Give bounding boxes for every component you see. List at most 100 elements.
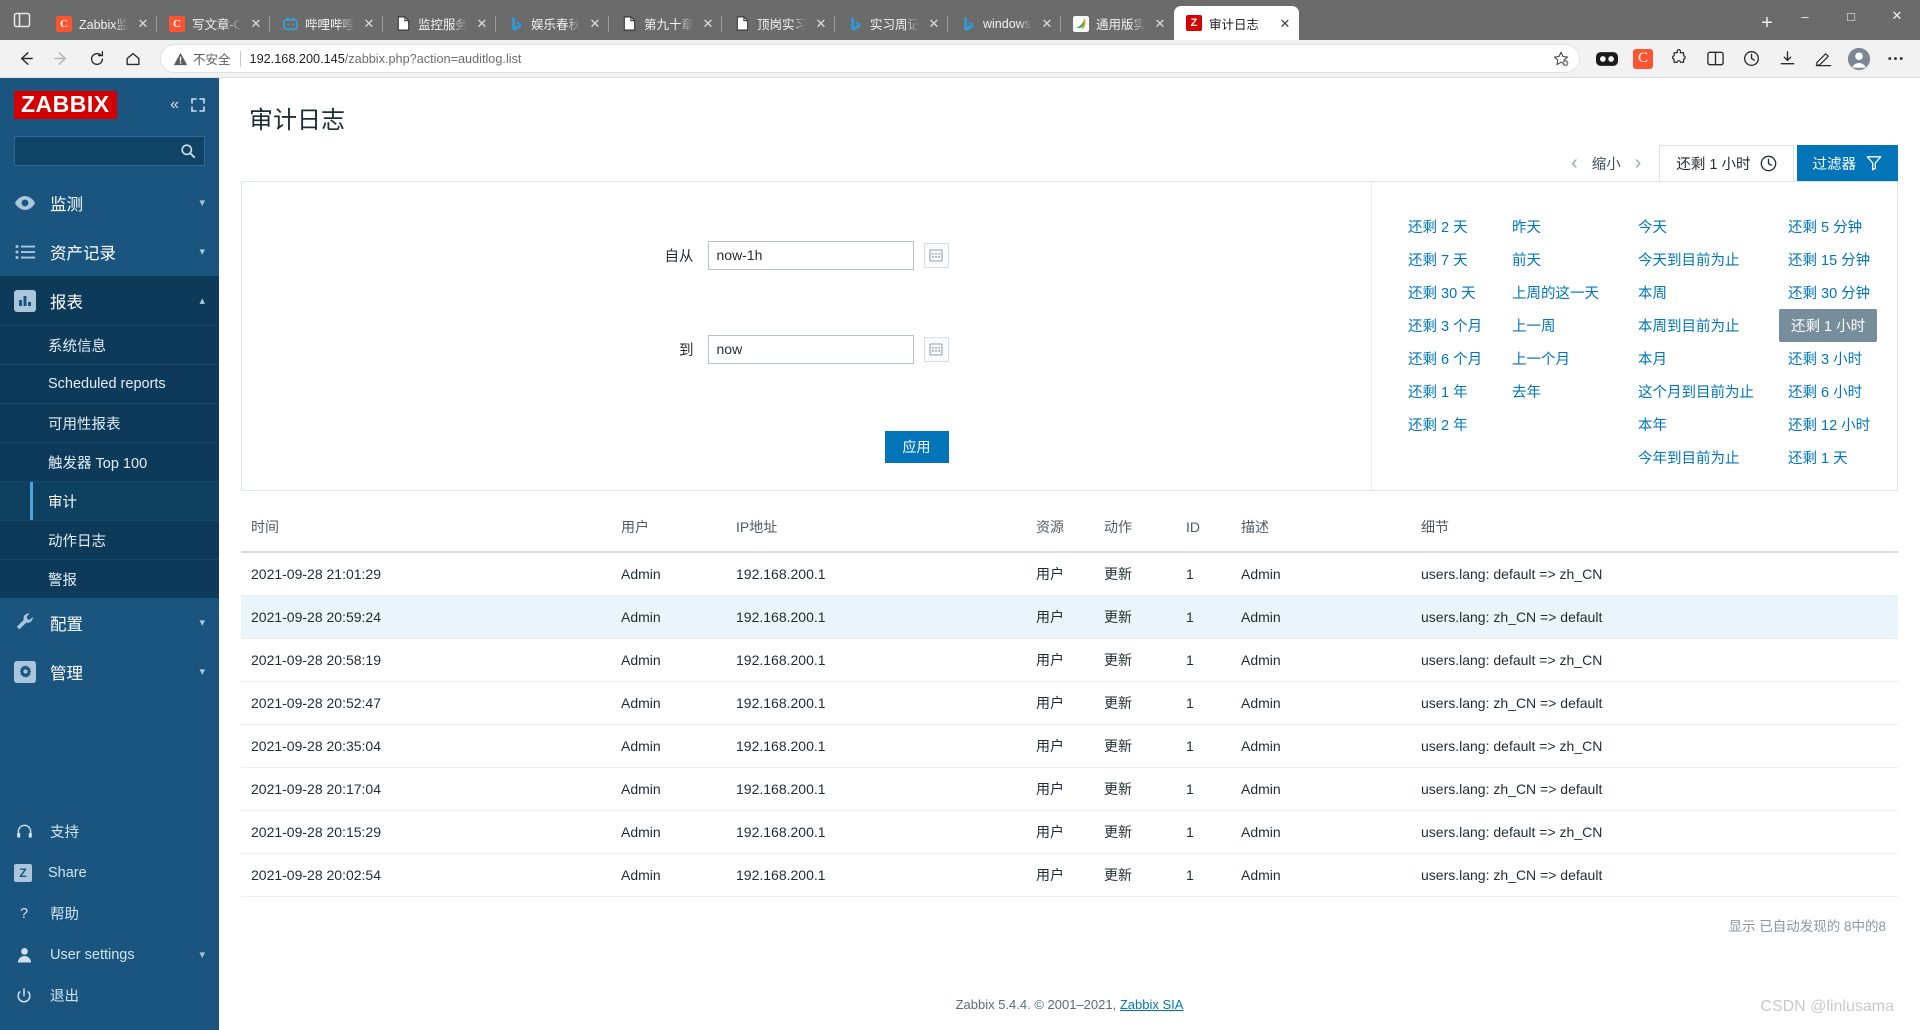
- back-arrow-icon[interactable]: [8, 44, 42, 74]
- column-header-time[interactable]: 时间: [241, 509, 611, 553]
- quick-range-link[interactable]: 还剩 1 天: [1788, 441, 1920, 474]
- add-favorite-icon[interactable]: [1549, 47, 1573, 71]
- quick-range-link[interactable]: 还剩 30 天: [1408, 276, 1512, 309]
- chevron-right-icon[interactable]: ›: [1625, 145, 1652, 181]
- address-bar[interactable]: 不安全 192.168.200.145/zabbix.php?action=au…: [160, 44, 1580, 73]
- table-row[interactable]: 2021-09-28 20:58:19 Admin 192.168.200.1 …: [241, 638, 1898, 682]
- sidebar-item-notifications[interactable]: 警报: [0, 559, 219, 598]
- quick-range-link[interactable]: 今天到目前为止: [1638, 243, 1788, 276]
- split-screen-icon[interactable]: [1698, 44, 1732, 74]
- table-row[interactable]: 2021-09-28 20:17:04 Admin 192.168.200.1 …: [241, 767, 1898, 811]
- quick-range-link[interactable]: 本周: [1638, 276, 1788, 309]
- collections-icon[interactable]: [1590, 44, 1624, 74]
- quick-range-link[interactable]: 还剩 5 分钟: [1788, 210, 1920, 243]
- chevron-down-icon[interactable]: ▾: [199, 245, 205, 258]
- close-icon[interactable]: ✕: [1152, 16, 1168, 32]
- close-icon[interactable]: ✕: [474, 16, 490, 32]
- sidebar-item-administration[interactable]: 管理 ▾: [0, 647, 219, 696]
- time-range-tab[interactable]: 还剩 1 小时: [1659, 145, 1794, 181]
- history-icon[interactable]: [1734, 44, 1768, 74]
- minimize-button[interactable]: –: [1782, 0, 1828, 32]
- column-header-action[interactable]: 动作: [1094, 509, 1176, 553]
- browser-tab-active-audit-log[interactable]: Z 审计日志 ✕: [1174, 6, 1299, 40]
- panel-icon[interactable]: [0, 0, 44, 40]
- quick-range-link[interactable]: 还剩 6 个月: [1408, 342, 1512, 375]
- downloads-icon[interactable]: [1770, 44, 1804, 74]
- chevron-down-icon[interactable]: ▾: [199, 665, 205, 678]
- browser-tab-6[interactable]: 第九十章 ✕: [608, 7, 722, 40]
- close-icon[interactable]: ✕: [700, 16, 716, 32]
- quick-range-link[interactable]: 昨天: [1512, 210, 1638, 243]
- quick-range-link[interactable]: 还剩 7 天: [1408, 243, 1512, 276]
- chevron-up-icon[interactable]: ▴: [199, 294, 205, 307]
- close-icon[interactable]: ✕: [248, 16, 264, 32]
- sidebar-item-audit[interactable]: 审计: [0, 481, 219, 520]
- quick-range-link[interactable]: 还剩 30 分钟: [1788, 276, 1920, 309]
- table-row[interactable]: 2021-09-28 20:59:24 Admin 192.168.200.1 …: [241, 595, 1898, 639]
- more-icon[interactable]: [1878, 44, 1912, 74]
- browser-tab-2[interactable]: C 写文章-C ✕: [156, 7, 270, 40]
- browser-tab-8[interactable]: 实习周记 ✕: [834, 7, 948, 40]
- quick-range-link[interactable]: 本年: [1638, 408, 1788, 441]
- sidebar-item-configuration[interactable]: 配置 ▾: [0, 598, 219, 647]
- reload-icon[interactable]: [80, 44, 114, 74]
- sidebar-item-action-log[interactable]: 动作日志: [0, 520, 219, 559]
- column-header-resource[interactable]: 资源: [1026, 509, 1094, 553]
- table-row[interactable]: 2021-09-28 20:02:54 Admin 192.168.200.1 …: [241, 853, 1898, 897]
- chevron-double-left-icon[interactable]: «: [170, 96, 179, 114]
- table-row[interactable]: 2021-09-28 20:52:47 Admin 192.168.200.1 …: [241, 681, 1898, 725]
- quick-range-link[interactable]: 上一周: [1512, 309, 1638, 342]
- sidebar-item-help[interactable]: ? 帮助: [0, 893, 219, 934]
- quick-range-link[interactable]: 前天: [1512, 243, 1638, 276]
- browser-tab-9[interactable]: windows ✕: [947, 7, 1061, 40]
- sidebar-item-inventory[interactable]: 资产记录 ▾: [0, 227, 219, 276]
- security-indicator[interactable]: 不安全: [173, 49, 231, 68]
- sidebar-item-signout[interactable]: 退出: [0, 975, 219, 1016]
- quick-range-link[interactable]: 今年到目前为止: [1638, 441, 1788, 474]
- quick-range-link[interactable]: 本周到目前为止: [1638, 309, 1788, 342]
- column-header-ip[interactable]: IP地址: [726, 509, 1026, 553]
- quick-range-link[interactable]: 还剩 2 天: [1408, 210, 1512, 243]
- browser-tab-4[interactable]: 监控服务 ✕: [382, 7, 496, 40]
- expand-icon[interactable]: [191, 98, 205, 112]
- sidebar-item-triggers-top100[interactable]: 触发器 Top 100: [0, 442, 219, 481]
- search-input[interactable]: [23, 142, 180, 160]
- close-window-button[interactable]: ✕: [1874, 0, 1920, 32]
- new-tab-button[interactable]: +: [1752, 8, 1782, 38]
- browser-tab-3[interactable]: 哔哩哔哩 ✕: [269, 7, 383, 40]
- quick-range-link[interactable]: 还剩 6 小时: [1788, 375, 1920, 408]
- puzzle-icon[interactable]: [1662, 44, 1696, 74]
- quick-range-link[interactable]: 今天: [1638, 210, 1788, 243]
- home-icon[interactable]: [116, 44, 150, 74]
- search-icon[interactable]: [180, 143, 196, 159]
- table-row[interactable]: 2021-09-28 20:35:04 Admin 192.168.200.1 …: [241, 724, 1898, 768]
- zabbix-logo[interactable]: ZABBIX: [14, 91, 117, 119]
- apply-button[interactable]: 应用: [884, 431, 949, 464]
- maximize-button[interactable]: □: [1828, 0, 1874, 32]
- csdn-extension-icon[interactable]: C: [1626, 44, 1660, 74]
- sidebar-item-reports[interactable]: 报表 ▴: [0, 276, 219, 325]
- close-icon[interactable]: ✕: [926, 16, 942, 32]
- chevron-left-icon[interactable]: ‹: [1561, 145, 1588, 181]
- quick-range-link[interactable]: 还剩 15 分钟: [1788, 243, 1920, 276]
- chevron-down-icon[interactable]: ▾: [199, 196, 205, 209]
- calendar-icon[interactable]: [923, 336, 949, 362]
- table-row[interactable]: 2021-09-28 20:15:29 Admin 192.168.200.1 …: [241, 810, 1898, 854]
- sidebar-item-availability-report[interactable]: 可用性报表: [0, 403, 219, 442]
- browser-tab-5[interactable]: 娱乐春秋 ✕: [495, 7, 609, 40]
- browser-tab-7[interactable]: 顶岗实习 ✕: [721, 7, 835, 40]
- column-header-user[interactable]: 用户: [611, 509, 726, 553]
- quick-range-link[interactable]: 还剩 1 年: [1408, 375, 1512, 408]
- quick-range-link[interactable]: 本月: [1638, 342, 1788, 375]
- zoom-out-button[interactable]: 缩小: [1588, 145, 1625, 181]
- editor-icon[interactable]: [1806, 44, 1840, 74]
- column-header-description[interactable]: 描述: [1231, 509, 1411, 553]
- sidebar-item-user-settings[interactable]: User settings ▾: [0, 934, 219, 975]
- column-header-id[interactable]: ID: [1176, 509, 1231, 553]
- column-header-details[interactable]: 细节: [1411, 509, 1898, 553]
- quick-range-link[interactable]: 还剩 3 个月: [1408, 309, 1512, 342]
- close-icon[interactable]: ✕: [135, 16, 151, 32]
- browser-tab-1[interactable]: C Zabbix监 ✕: [44, 7, 157, 40]
- quick-range-link-selected[interactable]: 还剩 1 小时: [1779, 309, 1878, 342]
- browser-tab-10[interactable]: 通用版实 ✕: [1060, 7, 1174, 40]
